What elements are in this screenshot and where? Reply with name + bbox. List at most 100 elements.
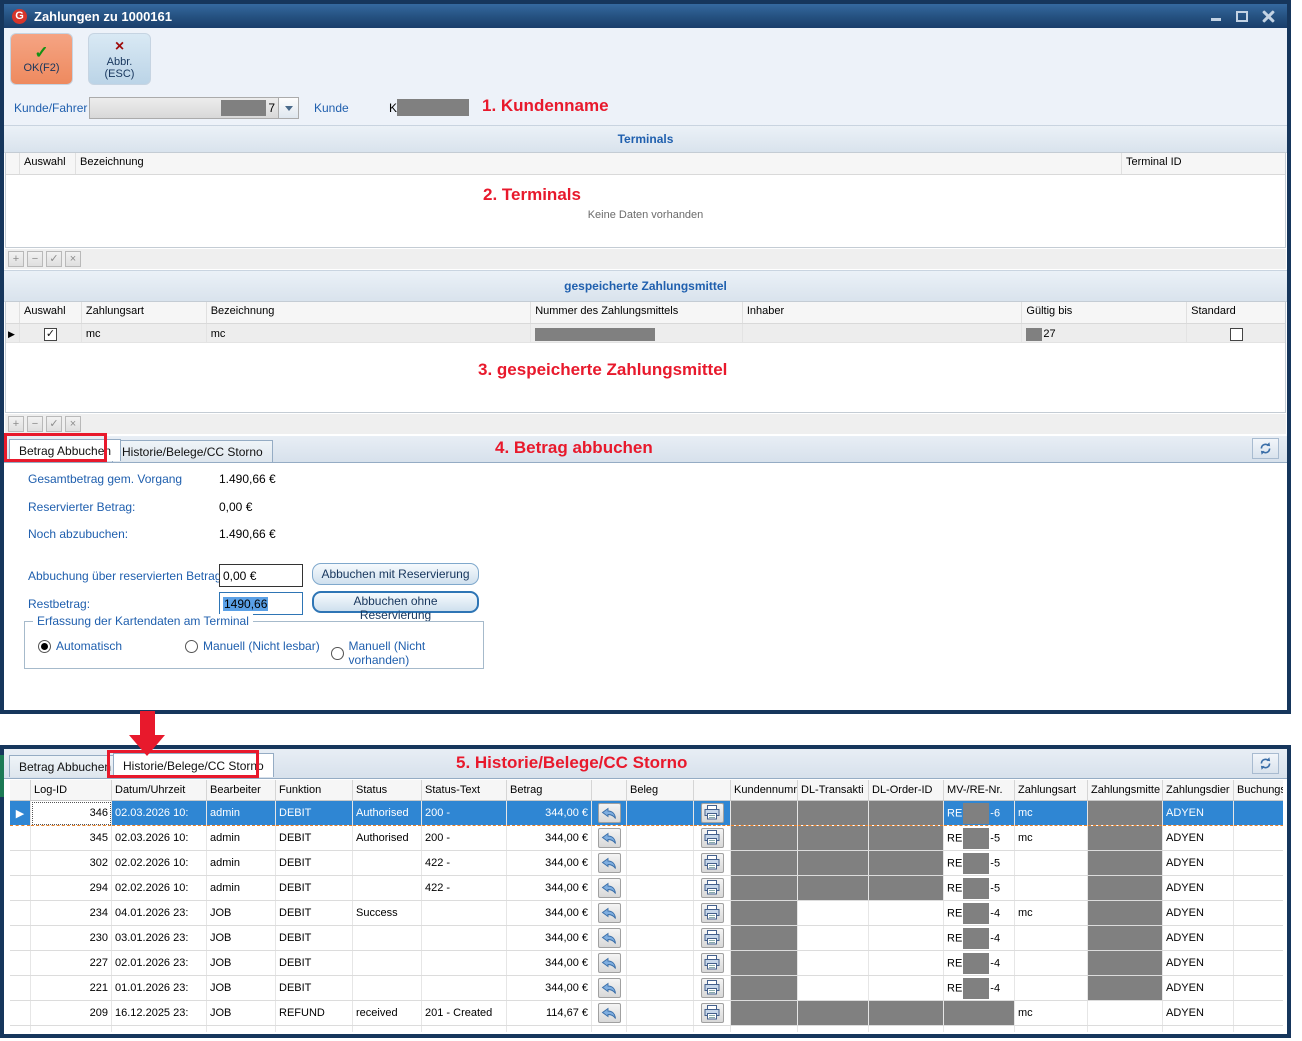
cell-buchungsnr bbox=[1234, 951, 1284, 976]
print-button[interactable] bbox=[701, 928, 724, 948]
cell-buchungsnr bbox=[1234, 926, 1284, 951]
column-header[interactable]: Datum/Uhrzeit bbox=[112, 780, 207, 801]
refresh-button[interactable] bbox=[1252, 753, 1279, 774]
history-row[interactable]: 22702.01.2026 23:JOBDEBIT344,00 €RE-4ADY… bbox=[10, 951, 1283, 976]
column-header[interactable]: Zahlungsart bbox=[82, 302, 207, 323]
cancel-button[interactable]: × bbox=[65, 416, 81, 432]
column-header[interactable]: Nummer des Zahlungsmittels bbox=[531, 302, 743, 323]
history-row[interactable]: 20916.12.2025 23:JOBREFUNDreceived201 - … bbox=[10, 1001, 1283, 1026]
print-button[interactable] bbox=[701, 803, 724, 823]
column-header[interactable]: Beleg bbox=[627, 780, 694, 801]
storno-button[interactable] bbox=[598, 953, 621, 973]
history-row[interactable]: ▶34602.03.2026 10:adminDEBITAuthorised20… bbox=[10, 801, 1283, 826]
cell-kundennummer bbox=[731, 926, 798, 951]
accept-button[interactable]: ✓ bbox=[46, 251, 62, 267]
storno-button[interactable] bbox=[598, 853, 621, 873]
print-button[interactable] bbox=[701, 828, 724, 848]
cell-print bbox=[694, 1001, 731, 1026]
column-header[interactable]: Bezeichnung bbox=[207, 302, 531, 323]
refresh-button[interactable] bbox=[1252, 438, 1279, 459]
remove-button[interactable]: − bbox=[27, 251, 43, 267]
cell-mv-re-nr: RE-5 bbox=[944, 876, 1015, 901]
pm-standard-checkbox[interactable] bbox=[1230, 328, 1243, 341]
column-header[interactable]: DL-Order-ID bbox=[869, 780, 944, 801]
column-header[interactable] bbox=[592, 780, 627, 801]
print-button[interactable] bbox=[701, 878, 724, 898]
add-button[interactable]: + bbox=[8, 416, 24, 432]
remove-button[interactable]: − bbox=[27, 416, 43, 432]
history-row[interactable]: 34502.03.2026 10:adminDEBITAuthorised200… bbox=[10, 826, 1283, 851]
column-header[interactable]: Bezeichnung bbox=[76, 153, 1122, 174]
history-row[interactable]: 30202.02.2026 10:adminDEBIT422 -344,00 €… bbox=[10, 851, 1283, 876]
column-header[interactable]: MV-/RE-Nr. bbox=[944, 780, 1015, 801]
chevron-down-icon[interactable] bbox=[278, 98, 298, 118]
accept-button[interactable]: ✓ bbox=[46, 416, 62, 432]
radio-automatisch[interactable]: Automatisch bbox=[38, 639, 122, 653]
column-header[interactable]: Standard bbox=[1187, 302, 1285, 323]
print-button[interactable] bbox=[701, 903, 724, 923]
add-button[interactable]: + bbox=[8, 251, 24, 267]
history-row[interactable]: 29402.02.2026 10:adminDEBIT422 -344,00 €… bbox=[10, 876, 1283, 901]
radio-manuell-nicht-lesbar[interactable]: Manuell (Nicht lesbar) bbox=[185, 639, 320, 653]
column-header[interactable]: Auswahl bbox=[20, 302, 82, 323]
cell-print bbox=[694, 901, 731, 926]
cancel-button[interactable]: × Abbr.(ESC) bbox=[88, 33, 151, 85]
customer-combobox[interactable]: 7 bbox=[89, 97, 299, 119]
print-button[interactable] bbox=[701, 978, 724, 998]
column-header[interactable]: Zahlungsdier bbox=[1163, 780, 1234, 801]
column-header[interactable]: Terminal ID bbox=[1122, 153, 1282, 174]
history-row[interactable]: 23003.01.2026 23:JOBDEBIT344,00 €RE-4ADY… bbox=[10, 926, 1283, 951]
tab-historie-belege[interactable]: Historie/Belege/CC Storno bbox=[112, 440, 273, 462]
payment-method-row[interactable]: ▶ ✓ mc mc 27 bbox=[6, 324, 1285, 343]
abbuchen-mit-reservierung-button[interactable]: Abbuchen mit Reservierung bbox=[312, 563, 479, 585]
history-row[interactable]: 23404.01.2026 23:JOBDEBITSuccess344,00 €… bbox=[10, 901, 1283, 926]
cell-funktion: DEBIT bbox=[276, 801, 353, 826]
column-header[interactable]: Zahlungsmitte bbox=[1088, 780, 1163, 801]
history-row[interactable]: 22101.01.2026 23:JOBDEBIT344,00 €RE-4ADY… bbox=[10, 976, 1283, 1001]
column-header[interactable]: Inhaber bbox=[743, 302, 1023, 323]
column-header[interactable]: Status-Text bbox=[422, 780, 507, 801]
storno-button[interactable] bbox=[598, 878, 621, 898]
cell-betrag: 344,00 € bbox=[507, 901, 592, 926]
storno-button[interactable] bbox=[598, 1003, 621, 1023]
column-header[interactable]: Status bbox=[353, 780, 422, 801]
reserved-amount-input[interactable] bbox=[219, 564, 303, 587]
redaction-block bbox=[963, 803, 989, 824]
column-header[interactable]: Bearbeiter bbox=[207, 780, 276, 801]
column-header[interactable]: Funktion bbox=[276, 780, 353, 801]
tab-bar: Betrag Abbuchen Historie/Belege/CC Storn… bbox=[4, 436, 1287, 463]
column-header[interactable]: Betrag bbox=[507, 780, 592, 801]
ok-button[interactable]: ✓ OK(F2) bbox=[10, 33, 73, 85]
column-header[interactable]: Auswahl bbox=[20, 153, 76, 174]
tab-betrag-abbuchen[interactable]: Betrag Abbuchen bbox=[9, 439, 121, 461]
storno-button[interactable] bbox=[598, 903, 621, 923]
cell-status-text bbox=[422, 901, 507, 926]
payment-methods-grid: Auswahl Zahlungsart Bezeichnung Nummer d… bbox=[5, 301, 1286, 413]
column-header[interactable]: Kundennumn bbox=[731, 780, 798, 801]
close-icon[interactable] bbox=[1261, 10, 1275, 23]
cell-dl-transaktion bbox=[798, 851, 869, 876]
abbuchen-ohne-reservierung-button[interactable]: Abbuchen ohne Reservierung bbox=[312, 591, 479, 613]
storno-button[interactable] bbox=[598, 828, 621, 848]
storno-button[interactable] bbox=[598, 978, 621, 998]
pm-auswahl-checkbox[interactable]: ✓ bbox=[44, 328, 57, 341]
column-header[interactable]: Buchungsnur bbox=[1234, 780, 1284, 801]
cell-status-text: 422 - bbox=[422, 876, 507, 901]
tab-historie-belege[interactable]: Historie/Belege/CC Storno bbox=[113, 753, 274, 777]
column-header[interactable] bbox=[694, 780, 731, 801]
cancel-button[interactable]: × bbox=[65, 251, 81, 267]
storno-button[interactable] bbox=[598, 928, 621, 948]
tab-betrag-abbuchen[interactable]: Betrag Abbuchen bbox=[9, 755, 121, 777]
column-header[interactable]: Gültig bis bbox=[1022, 302, 1187, 323]
column-header[interactable]: Zahlungsart bbox=[1015, 780, 1088, 801]
minimize-icon[interactable] bbox=[1209, 10, 1223, 23]
restbetrag-input[interactable]: 1490,66 bbox=[219, 592, 303, 615]
print-button[interactable] bbox=[701, 1003, 724, 1023]
storno-button[interactable] bbox=[598, 803, 621, 823]
column-header[interactable]: DL-Transakti bbox=[798, 780, 869, 801]
print-button[interactable] bbox=[701, 953, 724, 973]
maximize-icon[interactable] bbox=[1235, 10, 1249, 23]
column-header[interactable]: Log-ID bbox=[31, 780, 112, 801]
print-button[interactable] bbox=[701, 853, 724, 873]
radio-manuell-nicht-vorhanden[interactable]: Manuell (Nicht vorhanden) bbox=[331, 639, 483, 667]
